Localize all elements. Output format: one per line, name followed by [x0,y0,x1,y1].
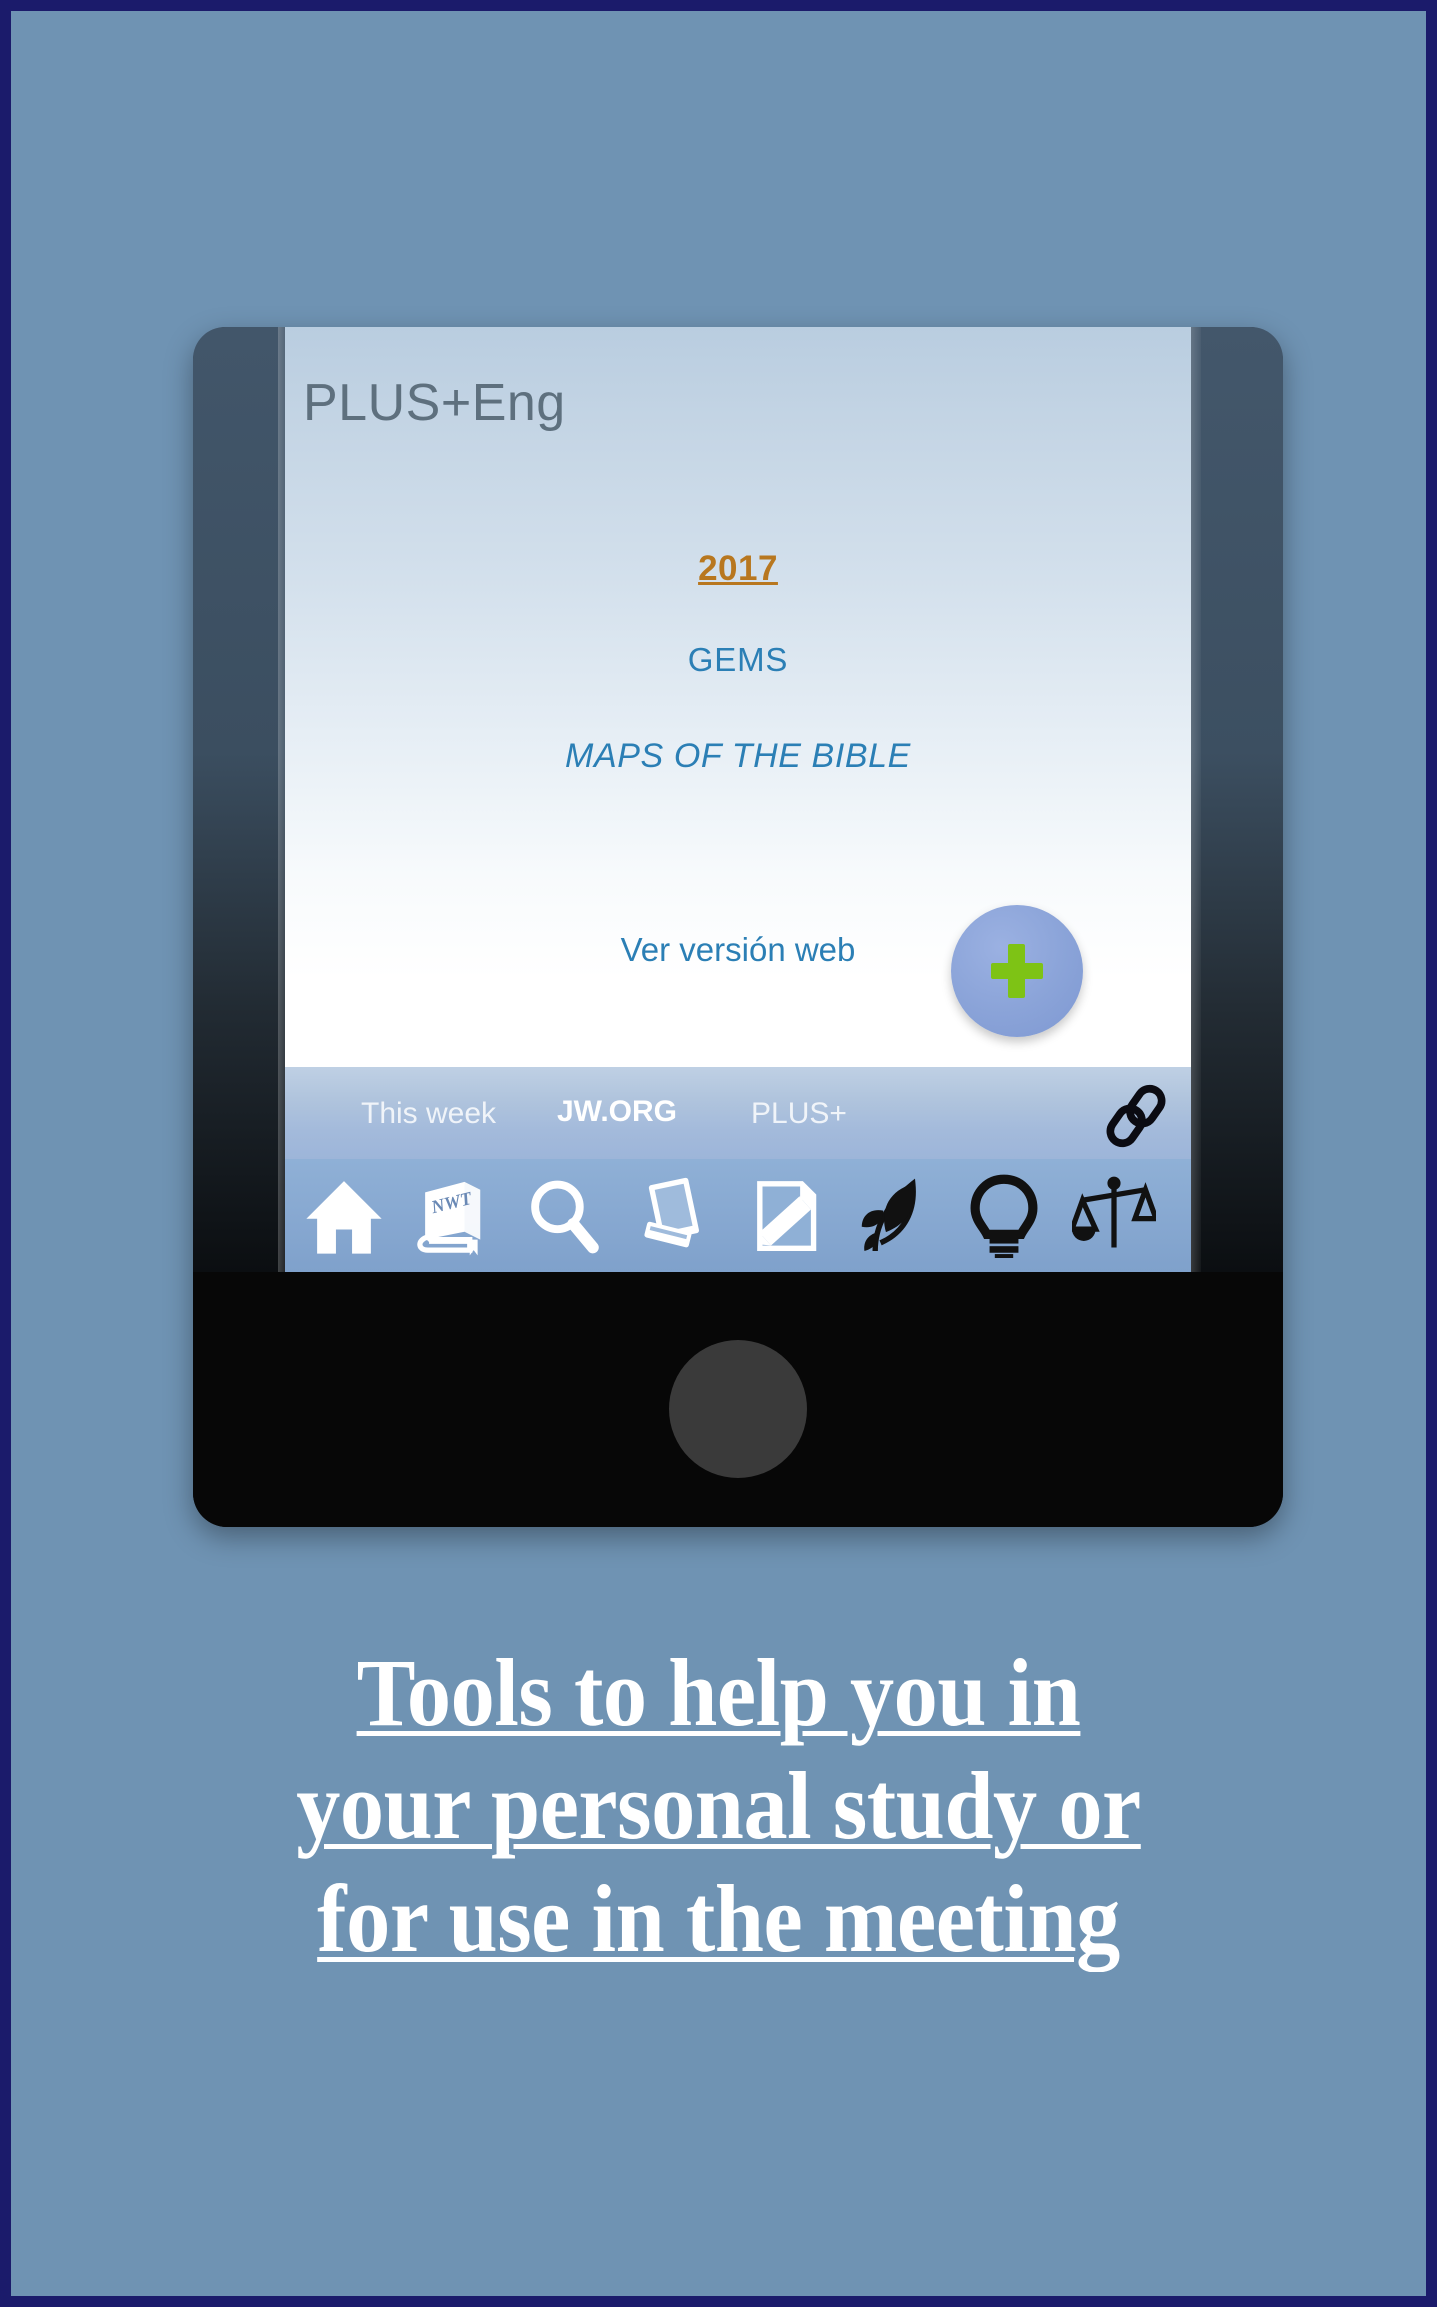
phone-bezel-left [193,327,288,1272]
search-magnifier-icon[interactable] [509,1168,619,1264]
leaf-branch-icon[interactable] [839,1168,949,1264]
content-stack: 2017 GEMS MAPS OF THE BIBLE [285,549,1191,776]
home-icon[interactable] [289,1168,399,1264]
gems-label[interactable]: GEMS [285,641,1191,679]
year-label[interactable]: 2017 [285,549,1191,589]
home-button[interactable] [669,1340,807,1478]
bottom-icon-toolbar: NWT [285,1159,1191,1272]
tab-this-week[interactable]: This week [361,1097,496,1131]
app-screen: PLUS+Eng 2017 GEMS MAPS OF THE BIBLE Ver… [285,327,1191,1272]
tab-strip: This week JW.ORG PLUS+ [285,1067,1191,1159]
caption-line-1: Tools to help you in [356,1639,1081,1746]
app-content-area: PLUS+Eng 2017 GEMS MAPS OF THE BIBLE Ver… [285,327,1191,1067]
publications-books-icon[interactable] [619,1168,729,1264]
chain-link-icon[interactable] [1101,1081,1171,1151]
balance-scales-icon[interactable] [1059,1168,1169,1264]
phone-mockup: PLUS+Eng 2017 GEMS MAPS OF THE BIBLE Ver… [193,327,1283,1527]
maps-of-the-bible-label[interactable]: MAPS OF THE BIBLE [285,737,1191,776]
nwt-bible-book-icon[interactable]: NWT [399,1168,509,1264]
poster-canvas: PLUS+Eng 2017 GEMS MAPS OF THE BIBLE Ver… [0,0,1437,2307]
tab-jw-org[interactable]: JW.ORG [557,1095,677,1129]
phone-chin [193,1272,1283,1527]
caption-line-3: for use in the meeting [317,1865,1120,1972]
poster-caption: Tools to help you in your personal study… [68,1636,1370,1975]
note-pencil-icon[interactable] [729,1168,839,1264]
add-floating-action-button[interactable] [951,905,1083,1037]
caption-line-2: your personal study or [296,1752,1141,1859]
lightbulb-icon[interactable] [949,1168,1059,1264]
tab-plus[interactable]: PLUS+ [751,1097,847,1131]
plus-icon [988,942,1046,1000]
app-title: PLUS+Eng [303,374,566,432]
phone-bezel-right [1191,327,1283,1272]
